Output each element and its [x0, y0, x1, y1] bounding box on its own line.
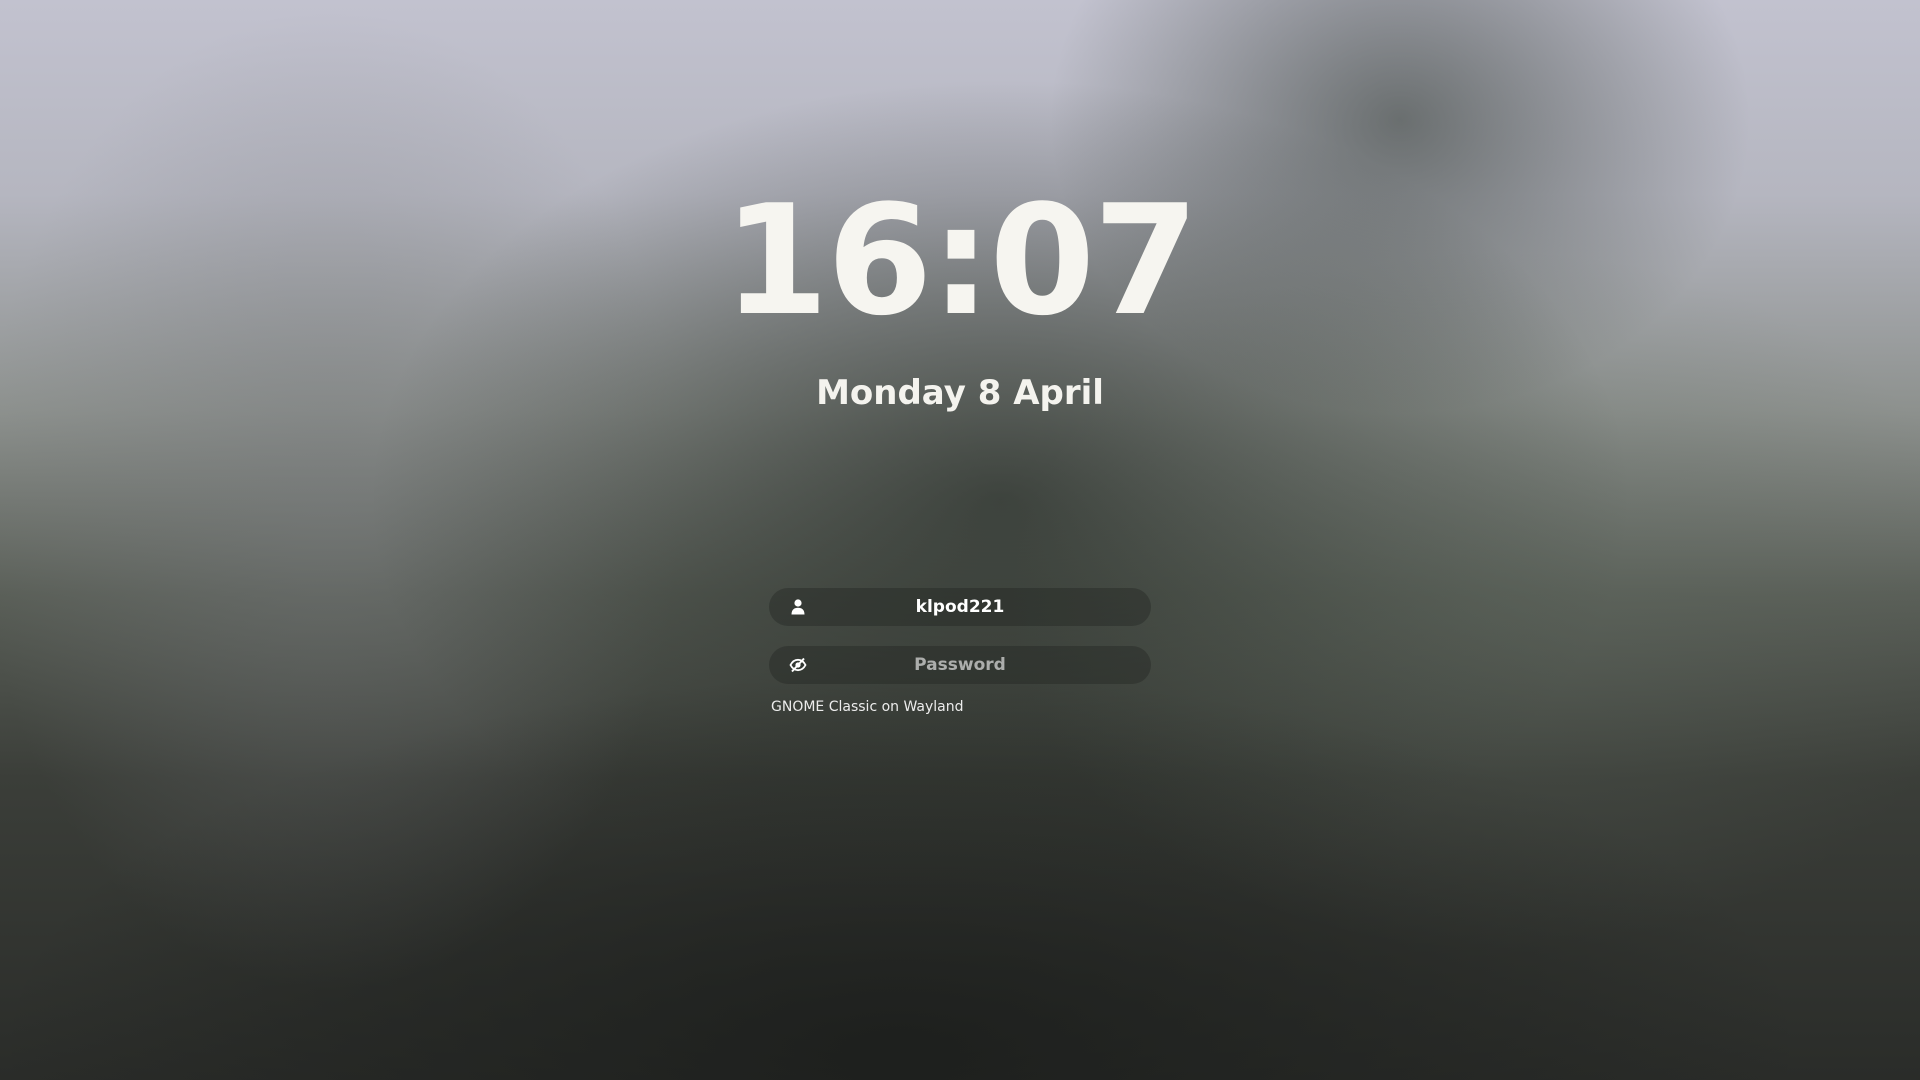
username-label: klpod221 — [915, 597, 1005, 617]
password-field[interactable] — [769, 646, 1151, 684]
clock-time: 16:07 — [723, 172, 1199, 349]
user-icon — [789, 598, 807, 616]
password-input[interactable] — [769, 646, 1151, 684]
session-selector[interactable]: GNOME Classic on Wayland — [771, 699, 964, 715]
username-field[interactable]: klpod221 — [769, 588, 1151, 626]
lock-screen: 16:07 Monday 8 April klpod221 GNOME Clas… — [0, 0, 1920, 1080]
eye-hidden-icon[interactable] — [789, 656, 807, 674]
clock-date: Monday 8 April — [816, 373, 1104, 413]
